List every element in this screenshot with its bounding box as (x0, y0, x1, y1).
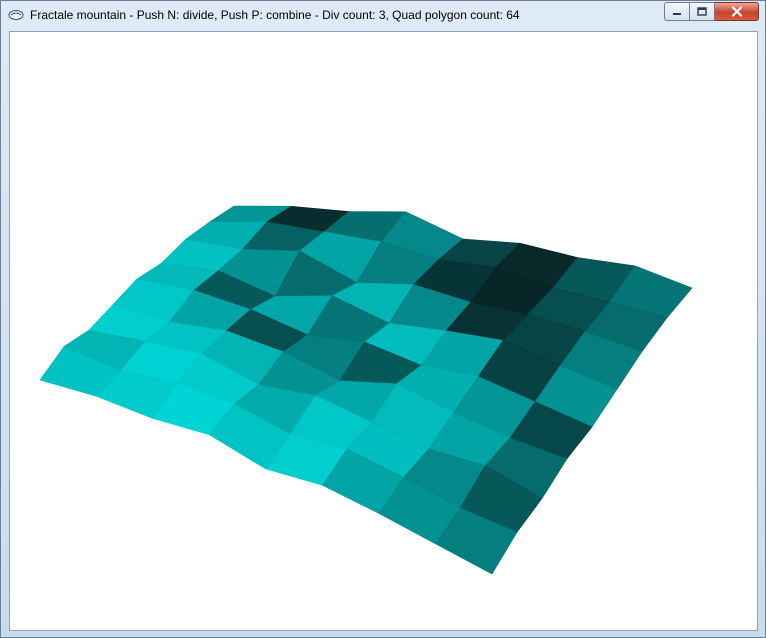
minimize-button[interactable] (664, 2, 690, 21)
title-bar[interactable]: Fractale mountain - Push N: divide, Push… (1, 1, 765, 31)
close-icon (731, 6, 742, 17)
terrain-mesh[interactable] (9, 31, 758, 631)
render-viewport[interactable] (9, 31, 758, 631)
app-window-icon (8, 10, 24, 20)
close-button[interactable] (715, 2, 759, 21)
maximize-button[interactable] (690, 2, 715, 21)
app-window: Fractale mountain - Push N: divide, Push… (0, 0, 766, 638)
minimize-icon (673, 12, 681, 15)
window-controls (664, 2, 759, 21)
maximize-icon (697, 7, 707, 16)
window-title: Fractale mountain - Push N: divide, Push… (30, 8, 520, 22)
